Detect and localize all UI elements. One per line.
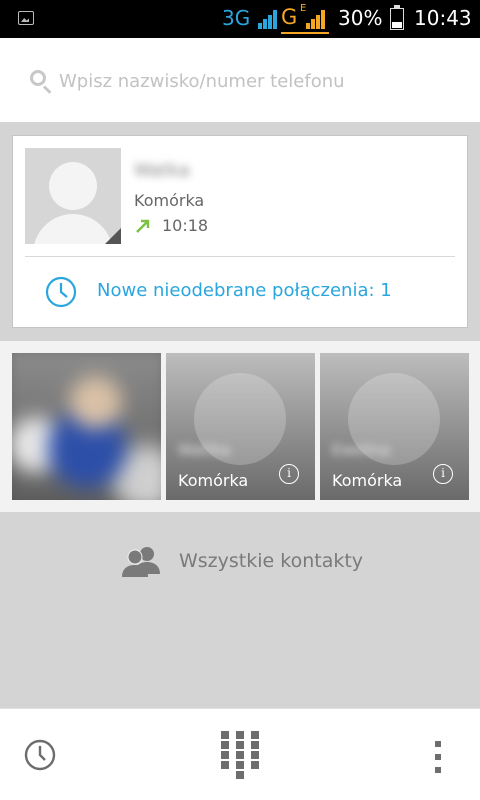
- signal-strength-icon-sim2: [306, 9, 328, 29]
- favorites-strip: Wattka Komórka i Ewelina Komórka i: [0, 341, 480, 512]
- network-g-indicator: G: [281, 5, 298, 29]
- contact-avatar[interactable]: [25, 148, 121, 244]
- battery-percentage: 30%: [338, 6, 383, 30]
- overflow-menu-icon[interactable]: [430, 741, 446, 775]
- favorite-number-type: Komórka: [332, 471, 403, 490]
- info-icon[interactable]: i: [433, 464, 453, 484]
- search-icon: [30, 70, 46, 86]
- contact-photo: [12, 353, 161, 500]
- outgoing-call-arrow-icon: [136, 219, 150, 233]
- dialpad-icon[interactable]: [221, 731, 259, 779]
- network-underline: [281, 32, 329, 34]
- call-history-icon[interactable]: [24, 739, 56, 771]
- battery-icon: [390, 5, 404, 30]
- info-icon[interactable]: i: [279, 464, 299, 484]
- caller-name: Watka: [134, 160, 190, 181]
- favorite-tile[interactable]: Ewelina Komórka i: [320, 353, 469, 500]
- favorite-name-blurred: Ewelina: [332, 441, 391, 459]
- bottom-action-bar: [0, 708, 480, 800]
- favorite-name-blurred: Wattka: [178, 441, 231, 459]
- favorite-tile[interactable]: Wattka Komórka i: [166, 353, 315, 500]
- caller-number-type: Komórka: [134, 191, 205, 210]
- status-clock: 10:43: [414, 6, 472, 30]
- signal-strength-icon-sim1: [258, 9, 280, 29]
- gallery-notification-icon: [18, 11, 34, 25]
- favorite-tile-photo[interactable]: [12, 353, 161, 500]
- search-input[interactable]: [59, 64, 459, 98]
- card-divider: [25, 256, 455, 257]
- all-contacts-label: Wszystkie kontakty: [179, 550, 364, 572]
- contacts-icon: [122, 547, 160, 577]
- network-3g-indicator: 3G: [222, 6, 251, 30]
- missed-calls-row[interactable]: Nowe nieodebrane połączenia: 1: [13, 258, 467, 326]
- call-time: 10:18: [162, 216, 209, 235]
- all-contacts-button[interactable]: Wszystkie kontakty: [0, 512, 480, 608]
- missed-calls-label: Nowe nieodebrane połączenia: 1: [97, 280, 392, 301]
- recent-call-card[interactable]: Watka Komórka 10:18 Nowe nieodebrane poł…: [12, 135, 468, 328]
- clock-icon: [45, 276, 77, 308]
- search-bar[interactable]: [0, 38, 480, 122]
- status-bar: 3G G E 30% 10:43: [0, 0, 480, 38]
- favorite-number-type: Komórka: [178, 471, 249, 490]
